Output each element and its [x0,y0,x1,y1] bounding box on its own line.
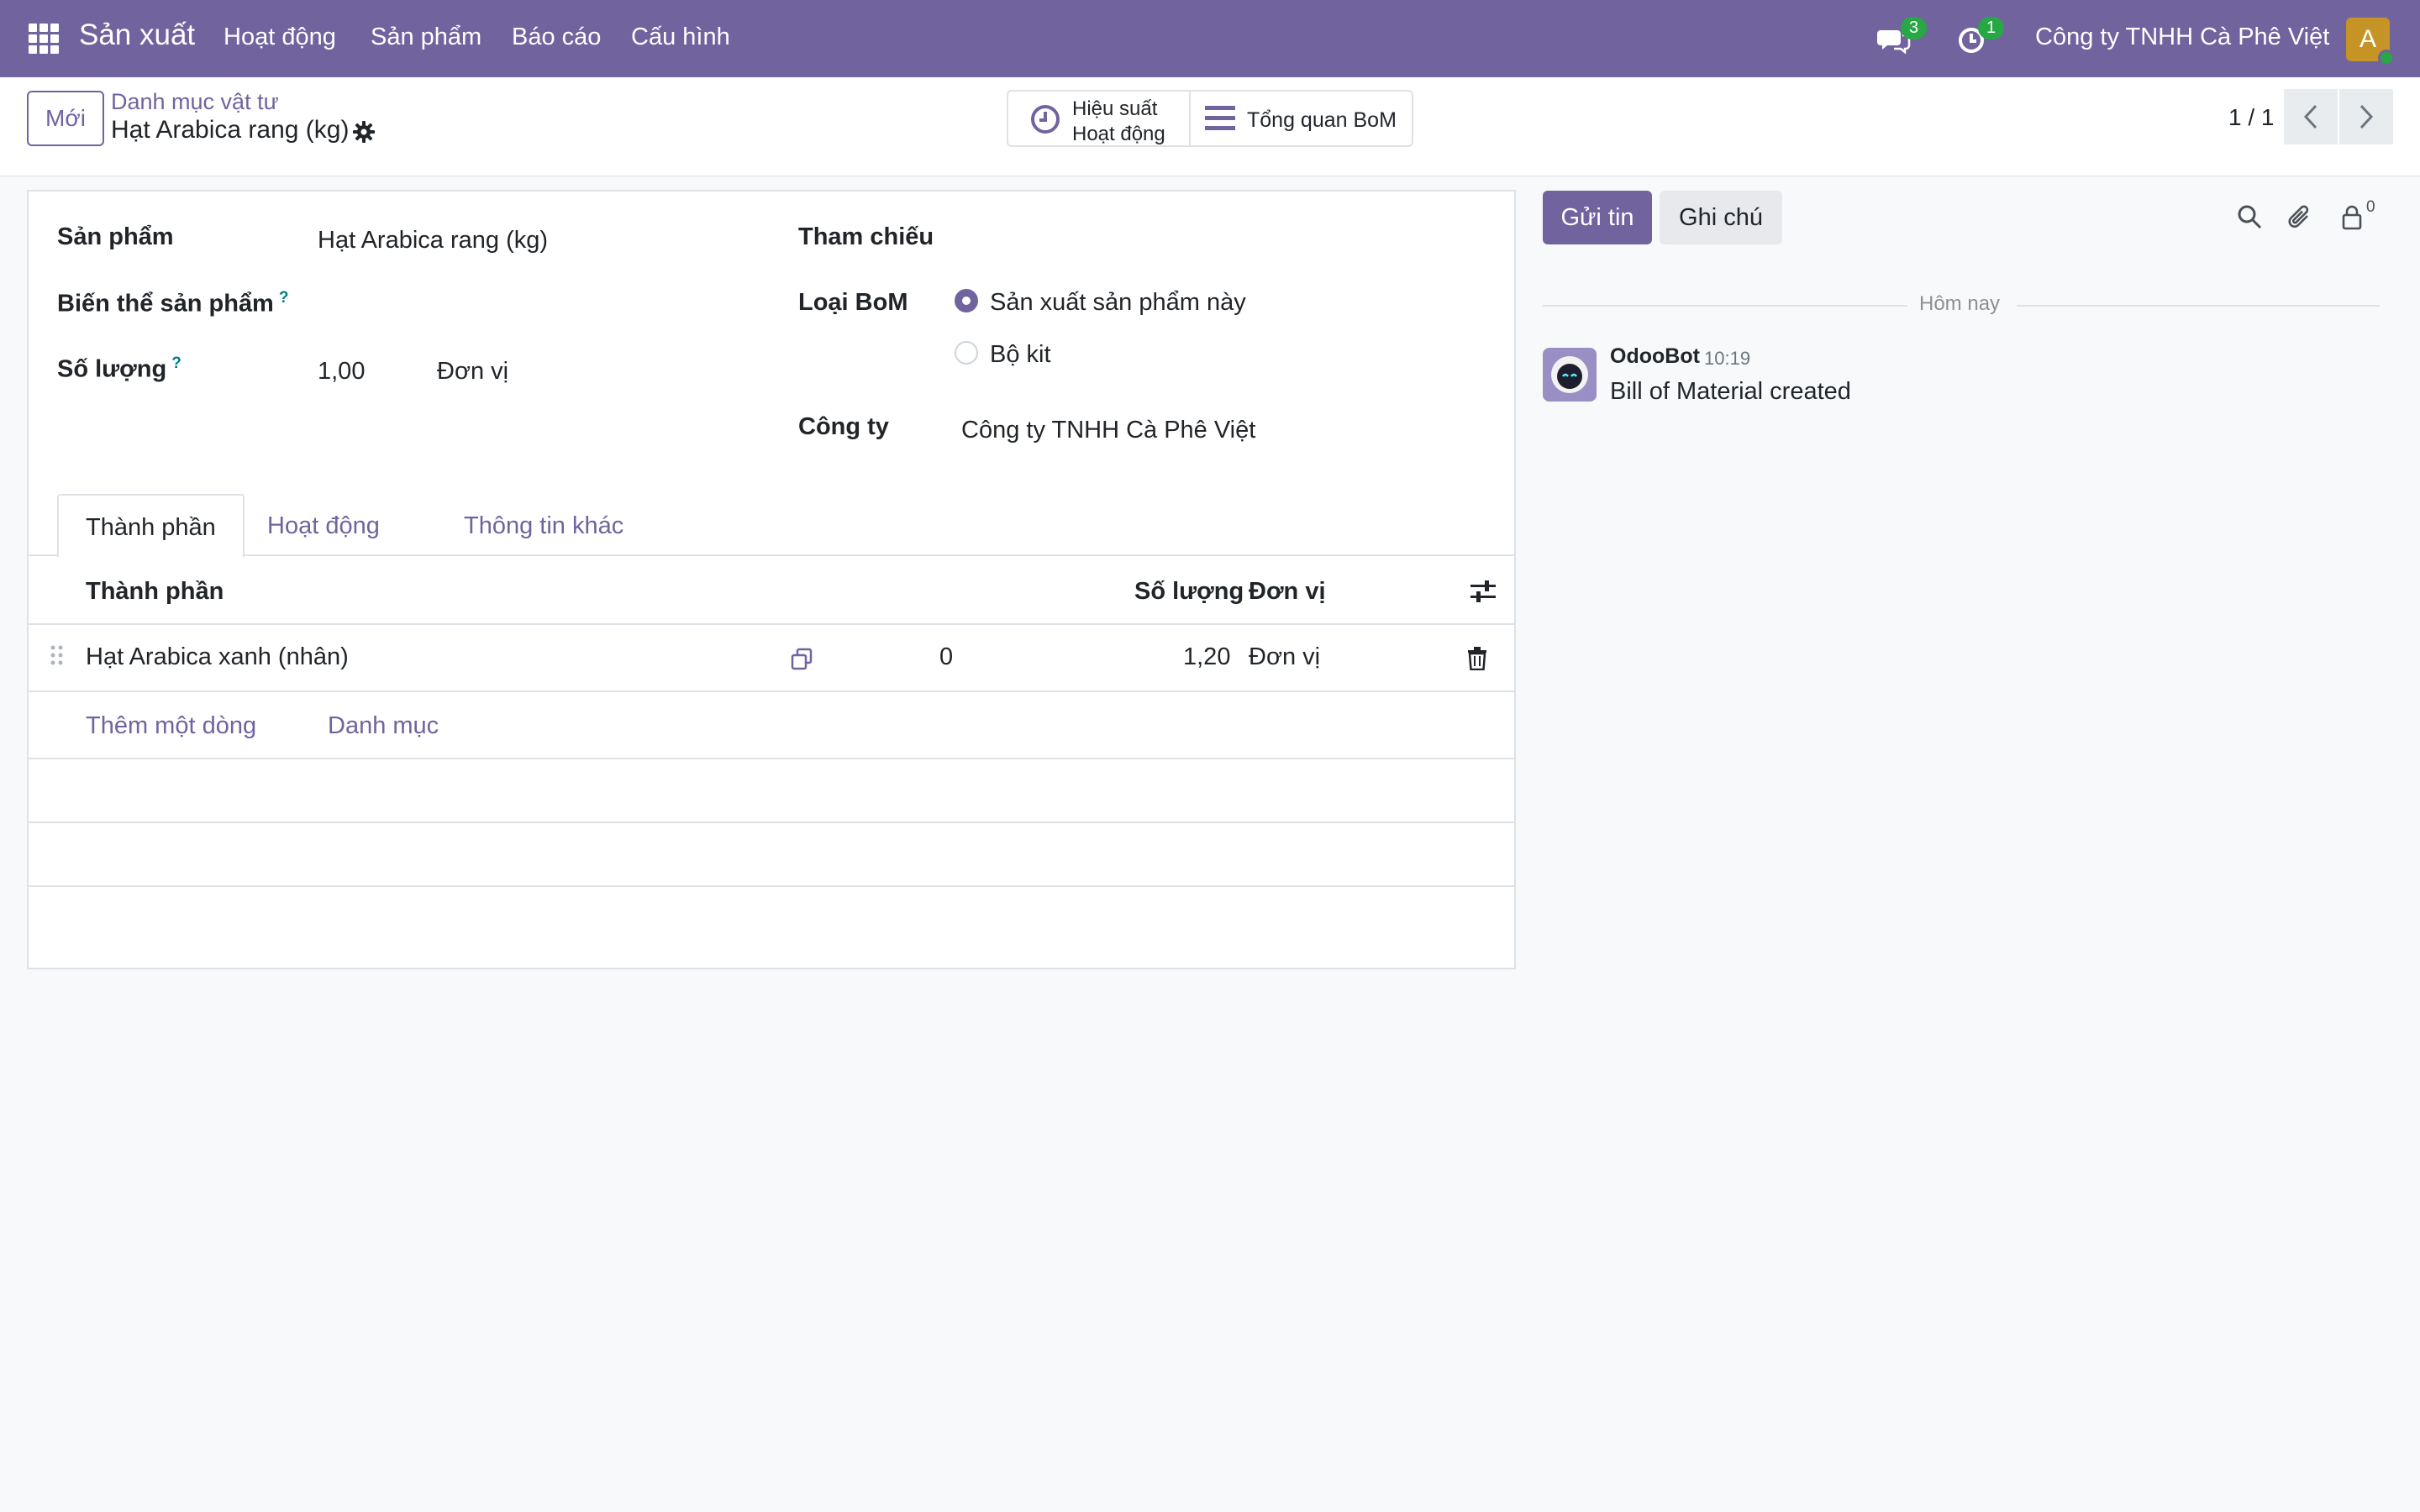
date-separator-line [1543,305,1907,307]
control-panel: Mới Danh mục vật tư Hạt Arabica rang (kg… [0,77,2420,176]
search-icon[interactable] [2237,204,2262,229]
bom-type-kit-radio[interactable] [955,341,978,365]
empty-row [29,823,1514,887]
reference-field[interactable] [960,220,1481,257]
pager-value[interactable]: 1 / 1 [2228,104,2274,131]
top-navbar: Sản xuất Hoạt động Sản phẩm Báo cáo Cấu … [0,0,2420,77]
catalog-link[interactable]: Danh mục [328,712,439,740]
product-label: Sản phẩm [57,223,174,250]
trash-icon[interactable] [1467,647,1487,670]
message-author[interactable]: OdooBot [1610,344,1700,369]
bom-type-label: Loại BoM [798,289,908,316]
clock-icon [1031,105,1060,134]
menu-configuration[interactable]: Cấu hình [631,24,730,51]
chevron-left-icon [2303,104,2317,129]
chevron-right-icon [2360,104,2374,129]
online-status-icon [2378,50,2395,66]
message-time: 10:19 [1704,348,1751,369]
add-line-link[interactable]: Thêm một dòng [86,712,256,740]
new-button[interactable]: Mới [27,91,104,146]
followers-count: 0 [2366,198,2375,216]
quantity-field[interactable]: 1,00 [318,358,365,386]
efficiency-button[interactable]: Hiệu suất Hoạt động [1008,92,1189,145]
bom-type-manufacture-label[interactable]: Sản xuất sản phẩm này [990,289,1246,317]
optional-columns-icon[interactable] [1470,580,1496,603]
row-quantity[interactable]: 1,20 [1183,643,1230,671]
bom-type-manufacture-radio[interactable] [955,289,978,312]
user-lock-icon [2342,205,2362,230]
bom-overview-label: Tổng quan BoM [1247,108,1397,132]
row-availability: 0 [939,643,954,670]
menu-products[interactable]: Sản phẩm [371,24,481,51]
table-row[interactable]: Hạt Arabica xanh (nhân) 0 1,20 Đơn vị [29,625,1514,692]
bars-icon [1205,106,1235,130]
gear-icon[interactable] [353,121,375,143]
reference-label: Tham chiếu [798,223,934,250]
row-component[interactable]: Hạt Arabica xanh (nhân) [86,643,349,671]
breadcrumb-current: Hạt Arabica rang (kg) [111,116,350,144]
bom-overview-button[interactable]: Tổng quan BoM [1191,92,1412,145]
paperclip-icon[interactable] [2287,204,2312,231]
company-label: Công ty [798,413,889,440]
help-icon[interactable]: ? [279,289,289,307]
menu-reporting[interactable]: Báo cáo [512,24,601,51]
product-field[interactable]: Hạt Arabica rang (kg) [318,227,548,255]
components-table-header: Thành phần Số lượng Đơn vị [29,556,1514,625]
column-header-quantity[interactable]: Số lượng [1134,578,1244,606]
tab-miscellaneous[interactable]: Thông tin khác [437,494,650,556]
date-separator-line [2017,305,2380,307]
smart-buttons: Hiệu suất Hoạt động Tổng quan BoM [1007,90,1413,147]
form-sheet: Sản phẩm Hạt Arabica rang (kg) Biến thể … [27,190,1516,969]
apps-grid-icon[interactable] [29,24,59,54]
user-avatar[interactable]: A [2346,18,2395,66]
company-switcher[interactable]: Công ty TNHH Cà Phê Việt [2035,24,2329,51]
variant-label: Biến thể sản phẩm? [57,289,288,318]
variant-label-text: Biến thể sản phẩm [57,290,274,318]
log-note-button[interactable]: Ghi chú [1660,191,1782,244]
avatar-letter: A [2359,25,2376,53]
efficiency-label: Hiệu suất [1072,97,1158,120]
add-line-row: Thêm một dòng Danh mục [29,692,1514,759]
column-header-uom[interactable]: Đơn vị [1249,578,1326,606]
pager-previous-button[interactable] [2284,89,2338,144]
drag-handle-icon[interactable] [50,645,64,670]
company-field[interactable]: Công ty TNHH Cà Phê Việt [961,417,1255,444]
empty-row [29,759,1514,823]
notebook-tabs: Thành phần Hoạt động Thông tin khác [29,494,1514,558]
quantity-uom-field[interactable]: Đơn vị [437,358,508,386]
forecast-icon[interactable] [790,647,815,672]
robot-icon [1543,348,1597,402]
app-name[interactable]: Sản xuất [79,18,195,52]
breadcrumb-parent[interactable]: Danh mục vật tư [111,89,279,115]
variant-field[interactable] [318,286,788,323]
efficiency-sublabel: Hoạt động [1072,123,1165,145]
tab-components[interactable]: Thành phần [57,494,245,558]
help-icon[interactable]: ? [171,354,182,372]
date-separator: Hôm nay [1919,292,2001,315]
quantity-label-text: Số lượng [57,355,167,383]
quantity-label: Số lượng? [57,354,182,384]
message-body: Bill of Material created [1610,378,1851,405]
pager-next-button[interactable] [2339,89,2393,144]
row-uom[interactable]: Đơn vị [1249,643,1320,671]
tab-operations[interactable]: Hoạt động [240,494,407,556]
menu-operations[interactable]: Hoạt động [224,24,336,51]
messages-badge: 3 [1901,17,1928,39]
column-header-component[interactable]: Thành phần [86,578,224,606]
send-message-button[interactable]: Gửi tin [1543,191,1652,244]
activities-badge: 1 [1978,17,2005,39]
bom-type-kit-label[interactable]: Bộ kit [990,341,1051,369]
odoobot-avatar[interactable] [1543,348,1597,402]
